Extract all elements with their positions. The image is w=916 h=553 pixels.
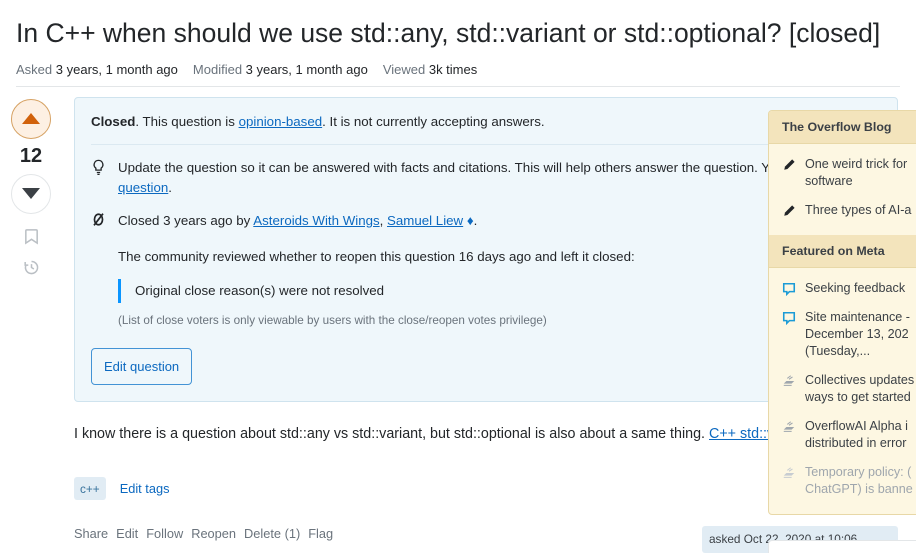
sidebar-item-label: Seeking feedback	[805, 281, 906, 295]
closed-label: Closed	[91, 113, 136, 129]
notice-update-text-2: .	[168, 179, 172, 195]
notice-row-update: Update the question so it can be answere…	[91, 158, 881, 198]
sidebar-item-label: Temporary policy: ( ChatGPT) is banne	[805, 465, 913, 496]
question-text-body: I know there is a question about std::an…	[74, 425, 709, 442]
arrow-up-icon	[22, 113, 40, 125]
closed-text-2: . It is not currently accepting answers.	[322, 113, 545, 129]
history-icon[interactable]	[23, 259, 40, 276]
question-stats: Asked 3 years, 1 month ago Modified 3 yea…	[16, 62, 900, 87]
stat-modified-label: Modified	[192, 61, 243, 77]
sidebar-section-title-blog: The Overflow Blog	[769, 111, 916, 144]
sidebar-list-blog: One weird trick for software Three types…	[769, 144, 916, 235]
close-reason-blockquote: Original close reason(s) were not resolv…	[118, 279, 881, 304]
question-page: In C++ when should we use std::any, std:…	[0, 0, 916, 553]
sidebar-item-label: OverflowAI Alpha i distributed in error	[805, 419, 908, 450]
edit-question-button[interactable]: Edit question	[91, 347, 193, 385]
stat-viewed-value: 3k times	[428, 61, 478, 77]
closed-circle-icon	[91, 211, 109, 227]
closedby-text-2: ,	[379, 212, 388, 228]
sidebar-section-title-meta: Featured on Meta	[769, 235, 916, 268]
notice-row-closedby: Closed 3 years ago by Asteroids With Win…	[91, 211, 881, 231]
sidebar-item-meta-3[interactable]: Collectives updates ways to get started	[769, 366, 916, 412]
sidebar-item-meta-2[interactable]: Site maintenance - December 13, 202 (Tue…	[769, 303, 916, 366]
notice-closedby-text: Closed 3 years ago by Asteroids With Win…	[118, 211, 881, 231]
page-title: In C++ when should we use std::any, std:…	[16, 18, 881, 48]
announcement-icon	[782, 418, 797, 434]
downvote-button[interactable]	[11, 173, 51, 214]
action-share[interactable]: Share	[74, 526, 108, 541]
vote-column: 12	[0, 87, 62, 276]
community-review-line: The community reviewed whether to reopen…	[118, 248, 635, 264]
upvote-button[interactable]	[11, 98, 51, 139]
tag-cpp[interactable]: c++	[74, 477, 106, 501]
closer-2-link[interactable]: Samuel Liew	[387, 213, 463, 228]
speech-bubble-icon	[782, 309, 797, 326]
announcement-icon	[782, 464, 797, 480]
action-delete[interactable]: Delete (1)	[244, 526, 300, 541]
pencil-icon	[782, 202, 797, 218]
sidebar-item-meta-1[interactable]: Seeking feedback	[769, 274, 916, 303]
stat-viewed: Viewed 3k times	[383, 62, 477, 77]
sidebar-item-label: Collectives updates ways to get started	[805, 373, 915, 404]
moderator-diamond: ♦	[463, 212, 474, 228]
action-flag[interactable]: Flag	[308, 526, 333, 541]
sidebar-item-meta-4[interactable]: OverflowAI Alpha i distributed in error	[769, 412, 916, 458]
speech-bubble-icon	[782, 280, 797, 297]
closer-1-link[interactable]: Asteroids With Wings	[253, 213, 379, 228]
question-header: In C++ when should we use std::any, std:…	[0, 0, 916, 87]
announcement-icon	[782, 372, 797, 388]
stat-modified: Modified 3 years, 1 month ago	[193, 62, 368, 77]
closed-notice-heading: Closed. This question is opinion-based. …	[91, 112, 881, 145]
pencil-icon	[782, 156, 797, 172]
action-reopen[interactable]: Reopen	[191, 526, 236, 541]
closedby-text-1: Closed 3 years ago by	[118, 212, 254, 228]
close-reason-link[interactable]: opinion-based	[239, 114, 323, 129]
sidebar-item-blog-1[interactable]: One weird trick for software	[769, 150, 916, 196]
lightbulb-icon	[91, 158, 109, 176]
stat-asked-label: Asked	[16, 61, 53, 77]
sidebar-item-blog-2[interactable]: Three types of AI-a	[769, 196, 916, 225]
action-follow[interactable]: Follow	[146, 526, 183, 541]
stat-modified-value: 3 years, 1 month ago	[245, 61, 368, 77]
sidebar-item-label: Site maintenance - December 13, 202 (Tue…	[805, 310, 911, 358]
notice-update-text-1: Update the question so it can be answere…	[118, 159, 813, 175]
close-voters-note: (List of close voters is only viewable b…	[118, 314, 547, 328]
edit-tags-link[interactable]: Edit tags	[120, 481, 170, 496]
stat-viewed-label: Viewed	[382, 61, 426, 77]
closedby-text-3: .	[473, 212, 478, 228]
sidebar-bottom-card	[768, 540, 916, 553]
sidebar-item-label: One weird trick for software	[805, 157, 908, 188]
sidebar-item-meta-5[interactable]: Temporary policy: ( ChatGPT) is banne	[769, 458, 916, 504]
stat-asked-value: 3 years, 1 month ago	[55, 61, 178, 77]
vote-score: 12	[19, 144, 43, 167]
right-sidebar: The Overflow Blog One weird trick for so…	[768, 110, 916, 515]
notice-update-text: Update the question so it can be answere…	[118, 158, 881, 198]
sidebar-list-meta: Seeking feedback Site maintenance - Dece…	[769, 268, 916, 514]
bookmark-icon[interactable]	[23, 228, 40, 245]
arrow-down-icon	[22, 188, 40, 200]
sidebar-item-label: Three types of AI-a	[805, 203, 912, 217]
stat-asked: Asked 3 years, 1 month ago	[16, 62, 178, 77]
closed-text-1: . This question is	[135, 113, 239, 129]
action-edit[interactable]: Edit	[116, 526, 138, 541]
post-actions: Share Edit Follow Reopen Delete (1) Flag	[74, 526, 333, 541]
